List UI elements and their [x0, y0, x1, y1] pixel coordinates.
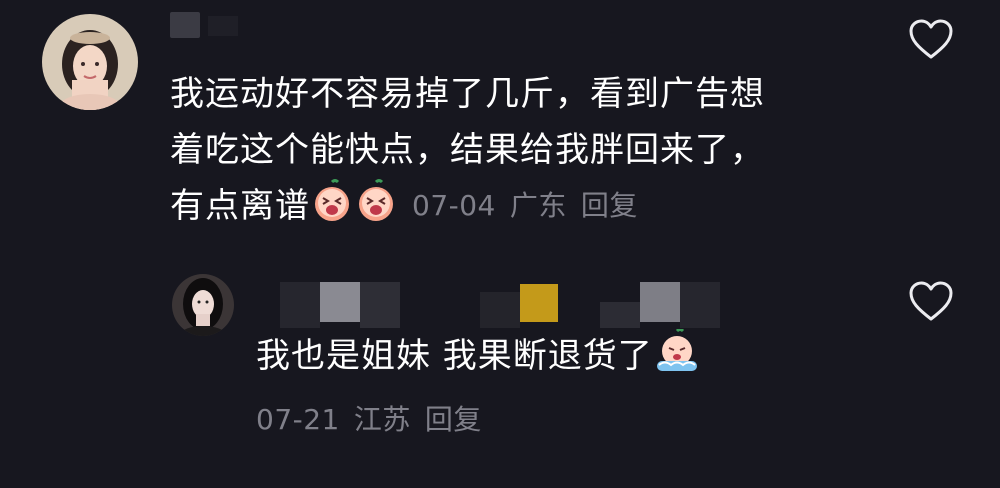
avatar[interactable]: [42, 14, 138, 110]
heart-icon: [909, 281, 953, 321]
heart-icon: [909, 19, 953, 59]
reply-item: 我也是姐妹 我果断退货了 07-21 江苏 回复: [0, 260, 1000, 488]
laugh-cry-peach-emoji: [310, 179, 354, 240]
comment-location: 广东: [509, 189, 567, 222]
reply-text: 我也是姐妹 我果断退货了: [256, 328, 876, 390]
username-redacted-extra: [208, 16, 238, 36]
like-button[interactable]: [908, 280, 954, 322]
comment-line: 我运动好不容易掉了几斤，看到广告想: [170, 74, 765, 114]
reply-meta: 07-21 江苏 回复: [256, 398, 496, 438]
comment-text: 我运动好不容易掉了几斤，看到广告想 着吃这个能快点，结果给我胖回来了， 有点离谱: [170, 66, 890, 240]
avatar[interactable]: [172, 274, 234, 336]
reply-button[interactable]: 回复: [425, 403, 482, 436]
like-button[interactable]: [908, 18, 954, 60]
comment-date: 07-04: [412, 189, 496, 222]
crying-peach-emoji: [653, 328, 701, 390]
reply-text-content: 我也是姐妹 我果断退货了: [256, 336, 653, 376]
username-redacted[interactable]: [170, 12, 210, 40]
comment-line: 着吃这个能快点，结果给我胖回来了，: [170, 130, 765, 170]
comment-line-text: 有点离谱: [170, 186, 310, 226]
username-redacted[interactable]: [280, 282, 720, 328]
laugh-cry-peach-emoji: [354, 179, 398, 240]
comment-meta: 07-04 广东 回复: [412, 178, 652, 234]
reply-location: 江苏: [353, 403, 411, 436]
reply-button[interactable]: 回复: [581, 189, 638, 222]
reply-date: 07-21: [256, 403, 340, 436]
comment-line: 有点离谱 07-04 广东 回复: [170, 178, 890, 240]
comment-item: 我运动好不容易掉了几斤，看到广告想 着吃这个能快点，结果给我胖回来了， 有点离谱: [0, 0, 1000, 250]
